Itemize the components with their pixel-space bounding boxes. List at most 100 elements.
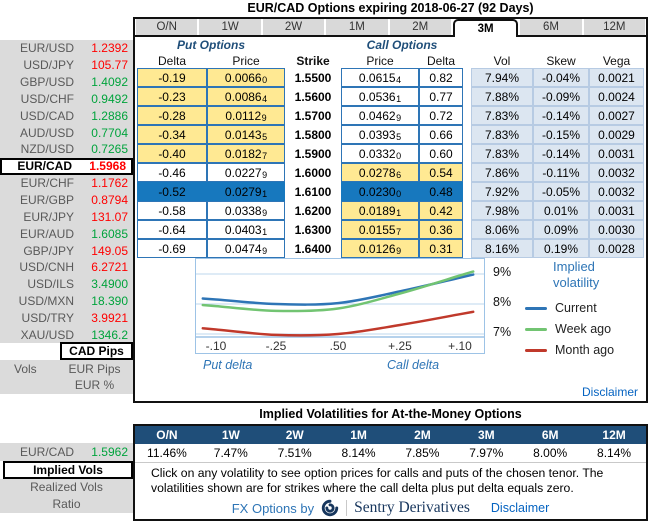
- quote-mode-eur-percent[interactable]: EUR %: [56, 377, 133, 394]
- vol-cell[interactable]: 7.83%: [471, 125, 533, 144]
- sidebar-pair-row[interactable]: USD/JPY 105.77: [0, 57, 133, 74]
- put-price-cell[interactable]: 0.0143 5: [207, 125, 285, 144]
- atm-vol-value[interactable]: 7.51%: [263, 444, 327, 461]
- vol-cell[interactable]: 7.98%: [471, 201, 533, 220]
- call-delta-cell[interactable]: 0.42: [419, 201, 463, 220]
- put-delta-cell[interactable]: -0.28: [137, 106, 207, 125]
- call-delta-cell[interactable]: 0.36: [419, 220, 463, 239]
- sidebar-pair-row[interactable]: EUR/USD 1.2392: [0, 40, 133, 57]
- vega-cell[interactable]: 0.0021: [589, 68, 644, 87]
- sidebar-pair-row[interactable]: XAU/USD 1346.2: [0, 326, 133, 343]
- put-price-cell[interactable]: 0.0066 0: [207, 68, 285, 87]
- call-delta-cell[interactable]: 0.82: [419, 68, 463, 87]
- sidebar-pair-row[interactable]: GBP/JPY 149.05: [0, 242, 133, 259]
- vol-cell[interactable]: 7.83%: [471, 144, 533, 163]
- put-delta-cell[interactable]: -0.34: [137, 125, 207, 144]
- tenor-tab-12m[interactable]: 12M: [583, 19, 645, 35]
- vol-cell[interactable]: 7.92%: [471, 182, 533, 201]
- put-delta-cell[interactable]: -0.19: [137, 68, 207, 87]
- put-delta-cell[interactable]: -0.52: [137, 182, 207, 201]
- call-delta-cell[interactable]: 0.66: [419, 125, 463, 144]
- atm-disclaimer-link[interactable]: Disclaimer: [491, 501, 549, 515]
- sidebar-pair-row[interactable]: USD/ILS 3.4900: [0, 276, 133, 293]
- sidebar-pair-row[interactable]: EUR/AUD 1.6085: [0, 225, 133, 242]
- call-delta-cell[interactable]: 0.48: [419, 182, 463, 201]
- skew-cell[interactable]: -0.15%: [533, 125, 589, 144]
- call-price-cell[interactable]: 0.0155 7: [341, 220, 419, 239]
- atm-vol-value[interactable]: 8.14%: [327, 444, 391, 461]
- vega-cell[interactable]: 0.0030: [589, 220, 644, 239]
- put-price-cell[interactable]: 0.0403 1: [207, 220, 285, 239]
- tenor-tab-on[interactable]: O/N: [136, 19, 198, 35]
- atm-vol-value[interactable]: 7.47%: [199, 444, 263, 461]
- skew-cell[interactable]: -0.14%: [533, 144, 589, 163]
- tenor-tab-3m[interactable]: 3M: [452, 19, 519, 37]
- skew-cell[interactable]: 0.01%: [533, 201, 589, 220]
- put-price-cell[interactable]: 0.0086 4: [207, 87, 285, 106]
- skew-cell[interactable]: -0.04%: [533, 68, 589, 87]
- put-delta-cell[interactable]: -0.40: [137, 144, 207, 163]
- tenor-tab-6m[interactable]: 6M: [520, 19, 582, 35]
- vol-cell[interactable]: 7.88%: [471, 87, 533, 106]
- quote-mode-eur-pips[interactable]: EUR Pips: [56, 361, 133, 378]
- atm-vol-value[interactable]: 11.46%: [135, 444, 199, 461]
- vega-cell[interactable]: 0.0032: [589, 163, 644, 182]
- tenor-tab-1w[interactable]: 1W: [199, 19, 261, 35]
- atm-tenor-2m[interactable]: 2M: [391, 426, 455, 444]
- sidebar-pair-row[interactable]: USD/TRY 3.9921: [0, 310, 133, 327]
- call-price-cell[interactable]: 0.0230 0: [341, 182, 419, 201]
- vol-cell[interactable]: 7.94%: [471, 68, 533, 87]
- put-delta-cell[interactable]: -0.46: [137, 163, 207, 182]
- call-price-cell[interactable]: 0.0278 6: [341, 163, 419, 182]
- sidebar-pair-row[interactable]: EUR/CHF 1.1762: [0, 175, 133, 192]
- sidebar-pair-row[interactable]: USD/MXN 18.390: [0, 293, 133, 310]
- put-delta-cell[interactable]: -0.23: [137, 87, 207, 106]
- put-delta-cell[interactable]: -0.58: [137, 201, 207, 220]
- atm-tenor-on[interactable]: O/N: [135, 426, 199, 444]
- atm-vol-value[interactable]: 7.97%: [454, 444, 518, 461]
- sidebar-pair-row[interactable]: GBP/USD 1.4092: [0, 74, 133, 91]
- sidebar-pair-row[interactable]: USD/CNH 6.2721: [0, 259, 133, 276]
- call-delta-cell[interactable]: 0.54: [419, 163, 463, 182]
- call-delta-cell[interactable]: 0.72: [419, 106, 463, 125]
- skew-cell[interactable]: 0.09%: [533, 220, 589, 239]
- vol-cell[interactable]: 7.83%: [471, 106, 533, 125]
- vega-cell[interactable]: 0.0031: [589, 144, 644, 163]
- atm-tenor-3m[interactable]: 3M: [454, 426, 518, 444]
- call-price-cell[interactable]: 0.0393 5: [341, 125, 419, 144]
- tenor-tab-2m[interactable]: 2M: [389, 19, 451, 35]
- vol-cell[interactable]: 8.06%: [471, 220, 533, 239]
- vol-view-selected[interactable]: Implied Vols: [3, 461, 133, 479]
- call-price-cell[interactable]: 0.0189 1: [341, 201, 419, 220]
- atm-tenor-12m[interactable]: 12M: [582, 426, 646, 444]
- sidebar-pair-row[interactable]: USD/CHF 0.9492: [0, 91, 133, 108]
- sidebar-pair-row[interactable]: EUR/CAD 1.5968: [0, 157, 133, 175]
- atm-tenor-6m[interactable]: 6M: [518, 426, 582, 444]
- call-price-cell[interactable]: 0.0332 0: [341, 144, 419, 163]
- bottom-pair-row[interactable]: EUR/CAD 1.5962: [0, 443, 133, 461]
- atm-vol-value[interactable]: 8.00%: [518, 444, 582, 461]
- vega-cell[interactable]: 0.0032: [589, 182, 644, 201]
- skew-cell[interactable]: -0.05%: [533, 182, 589, 201]
- skew-cell[interactable]: -0.14%: [533, 106, 589, 125]
- main-disclaimer-link[interactable]: Disclaimer: [582, 385, 638, 399]
- call-delta-cell[interactable]: 0.77: [419, 87, 463, 106]
- sidebar-pair-row[interactable]: USD/CAD 1.2886: [0, 107, 133, 124]
- vega-cell[interactable]: 0.0024: [589, 87, 644, 106]
- call-price-cell[interactable]: 0.0462 9: [341, 106, 419, 125]
- quote-mode-selected[interactable]: CAD Pips: [60, 342, 133, 360]
- atm-tenor-2w[interactable]: 2W: [263, 426, 327, 444]
- call-price-cell[interactable]: 0.0615 4: [341, 68, 419, 87]
- skew-cell[interactable]: -0.11%: [533, 163, 589, 182]
- sidebar-pair-row[interactable]: AUD/USD 0.7704: [0, 124, 133, 141]
- atm-tenor-1m[interactable]: 1M: [327, 426, 391, 444]
- put-price-cell[interactable]: 0.0279 1: [207, 182, 285, 201]
- call-delta-cell[interactable]: 0.60: [419, 144, 463, 163]
- put-delta-cell[interactable]: -0.64: [137, 220, 207, 239]
- call-price-cell[interactable]: 0.0536 1: [341, 87, 419, 106]
- sidebar-pair-row[interactable]: NZD/USD 0.7265: [0, 141, 133, 158]
- sidebar-pair-row[interactable]: EUR/JPY 131.07: [0, 208, 133, 225]
- put-price-cell[interactable]: 0.0338 9: [207, 201, 285, 220]
- tenor-tab-2w[interactable]: 2W: [262, 19, 325, 35]
- atm-tenor-1w[interactable]: 1W: [199, 426, 263, 444]
